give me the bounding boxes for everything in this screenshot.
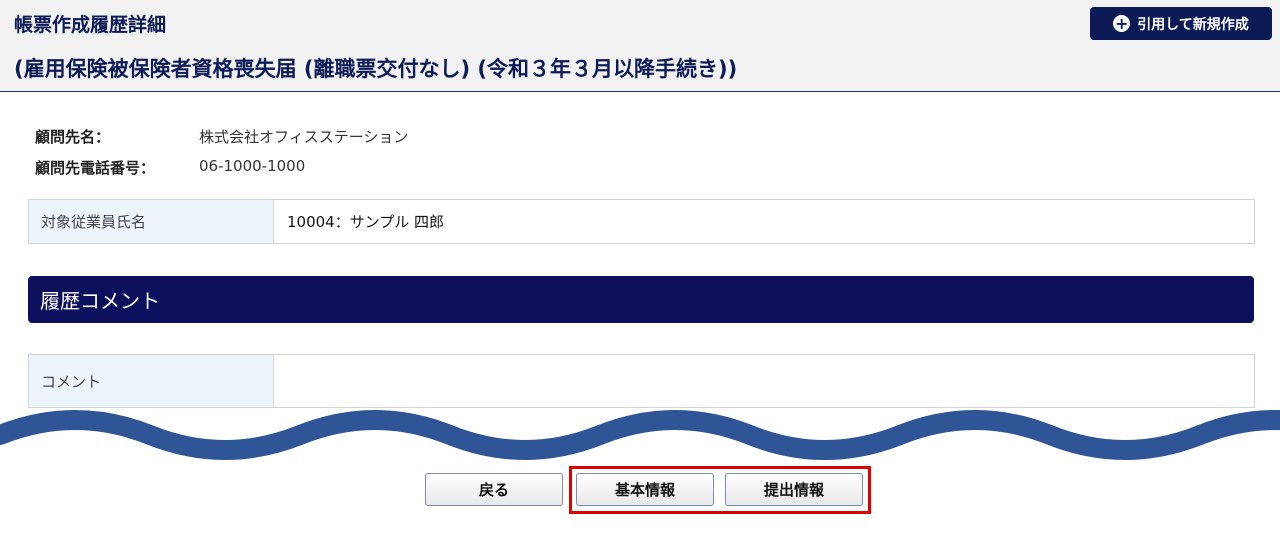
back-button[interactable]: 戻る xyxy=(425,473,563,506)
cite-create-new-label: 引用して新規作成 xyxy=(1137,16,1249,33)
client-phone-value: 06-1000-1000 xyxy=(199,157,306,175)
comment-table: コメント xyxy=(28,354,1255,408)
comment-label: コメント xyxy=(29,355,274,407)
page-header: 帳票作成履歴詳細 (雇用保険被保険者資格喪失届 (離職票交付なし) (令和３年３… xyxy=(0,0,1280,92)
client-name-value: 株式会社オフィスステーション xyxy=(199,128,409,146)
form-name-title: (雇用保険被保険者資格喪失届 (離職票交付なし) (令和３年３月以降手続き)) xyxy=(14,57,738,81)
client-phone-label: 顧問先電話番号： xyxy=(35,159,156,177)
wave-divider xyxy=(0,410,1280,460)
employee-table: 対象従業員氏名 10004：サンプル 四郎 xyxy=(28,199,1255,244)
highlight-box xyxy=(569,466,871,514)
history-comment-heading: 履歴コメント xyxy=(28,276,1254,323)
plus-circle-icon: + xyxy=(1113,14,1131,33)
comment-value xyxy=(274,355,1254,407)
page-title: 帳票作成履歴詳細 xyxy=(14,14,167,36)
client-name-label: 顧問先名： xyxy=(35,128,111,146)
employee-name-label: 対象従業員氏名 xyxy=(29,200,274,243)
cite-create-new-button[interactable]: + 引用して新規作成 xyxy=(1090,7,1272,40)
employee-name-value: 10004：サンプル 四郎 xyxy=(287,213,445,231)
